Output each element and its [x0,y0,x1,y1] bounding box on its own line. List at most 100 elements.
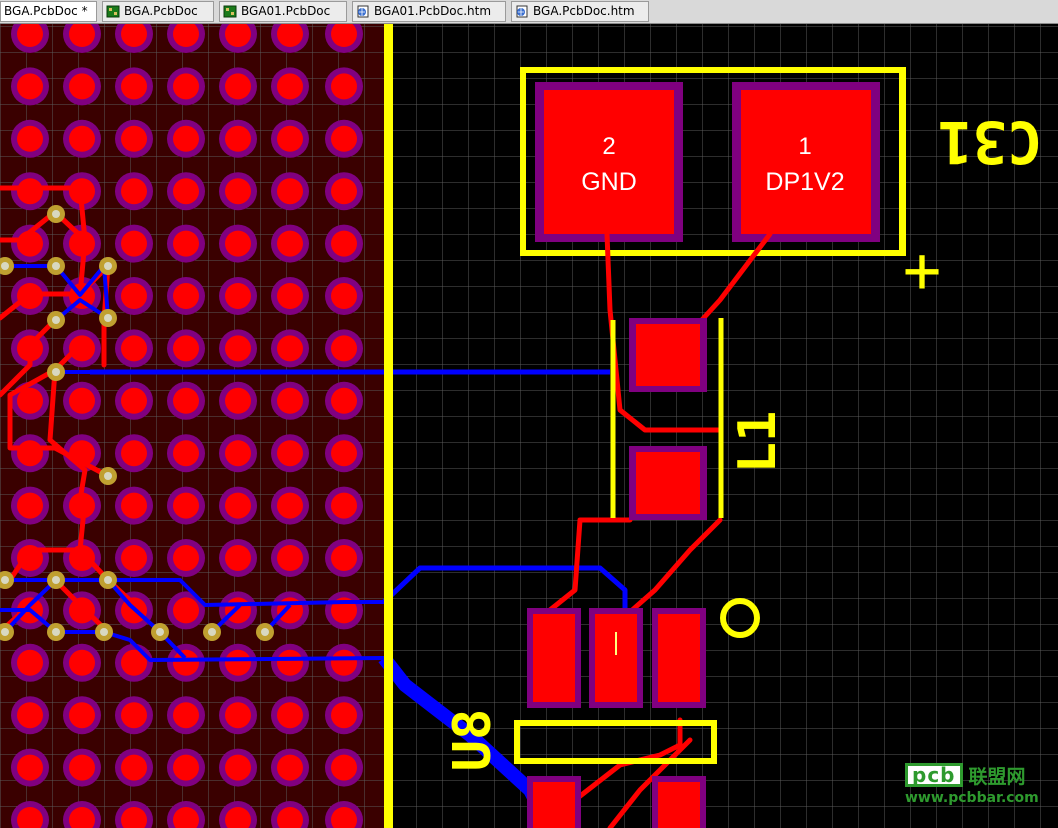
bga-ball [173,230,199,257]
bga-ball [173,283,199,309]
bga-ball [225,754,251,781]
bga-ball [69,702,95,729]
bga-ball [225,440,251,467]
tab-label: BGA01.PcbDoc [241,4,331,18]
bga-ball [121,702,147,729]
bga-ball [331,178,357,205]
bga-ball [277,754,303,781]
bga-ball [173,73,199,100]
tab-label: BGA.PcbDoc.htm [533,4,635,18]
bga-ball [225,335,251,362]
l1-designator: L1 [728,411,788,474]
u8-pad-2 [595,614,637,702]
bga-ball [225,545,251,571]
watermark-url: www.pcbbar.com [905,790,1039,806]
watermark: pcb 联盟网 www.pcbbar.com [905,763,1055,811]
via-hole [104,262,112,270]
watermark-logo-text: pcb [905,763,963,787]
bga-ball [17,440,43,467]
bga-ball [121,387,147,414]
bga-ball [225,178,251,205]
bga-ball [173,597,199,624]
bga-ball [17,702,43,729]
bga-ball [121,283,147,309]
via-hole [52,576,60,584]
bga-ball [17,649,43,676]
bga-ball [173,492,199,519]
tab-bga-pcbdoc-htm[interactable]: BGA.PcbDoc.htm [511,1,649,22]
bga-ball [69,649,95,676]
u8-designator: U8 [443,709,503,772]
via-hole [208,628,216,636]
bga-ball [277,492,303,519]
bga-ball [277,73,303,100]
bga-ball [121,125,147,152]
via-hole [52,210,60,218]
via-hole [104,576,112,584]
bga-ball [173,754,199,781]
c31-pad1 [741,90,871,234]
bga-ball [331,335,357,362]
bga-ball [173,649,199,676]
bga-ball [225,649,251,676]
bga-ball [69,387,95,414]
via-hole [52,316,60,324]
via-hole [1,576,9,584]
tab-bga01-pcbdoc[interactable]: BGA01.PcbDoc [219,1,347,22]
bga-ball [331,387,357,414]
bga-ball [277,440,303,467]
bga-ball [17,754,43,781]
c31-pad1-number: 1 [798,133,811,160]
bga-ball [225,387,251,414]
bga-ball [331,492,357,519]
bga-ball [173,125,199,152]
via-hole [261,628,269,636]
bga-ball [173,440,199,467]
bga-ball [277,230,303,257]
bga-ball [225,597,251,624]
bga-ball [225,230,251,257]
bga-ball [277,702,303,729]
pcb-board-icon [223,5,237,18]
c31-pad2-number: 2 [602,133,615,160]
pcb-board-icon [106,5,120,18]
pcb-editor-canvas[interactable]: 2 GND 1 DP1V2 + C31 L1 U8 [0,24,1058,828]
bga-ball [121,545,147,571]
c31-pad1-net: DP1V2 [765,168,844,196]
bga-ball [17,73,43,100]
bga-ball [331,73,357,100]
bga-ball [69,335,95,362]
document-tab-bar: BGA.PcbDoc * BGA.PcbDoc BGA01.PcbDoc BGA… [0,0,1058,24]
bga-ball [121,754,147,781]
bga-ball [331,702,357,729]
bga-ball [173,545,199,571]
tab-bga-pcbdoc[interactable]: BGA.PcbDoc [102,1,214,22]
tab-bga01-pcbdoc-htm[interactable]: BGA01.PcbDoc.htm [352,1,506,22]
via-hole [52,628,60,636]
bga-ball [121,335,147,362]
bga-ball [331,230,357,257]
bga-ball [225,492,251,519]
tab-bga-pcbdoc-modified[interactable]: BGA.PcbDoc * [0,1,97,22]
bga-ball [331,545,357,571]
watermark-logo: pcb 联盟网 [905,763,1026,788]
bga-ball [17,125,43,152]
via-hole [100,628,108,636]
bga-ball [121,230,147,257]
tab-label: BGA.PcbDoc [124,4,198,18]
bga-ball [277,125,303,152]
watermark-chinese: 联盟网 [968,765,1026,788]
u8-pad-1 [533,614,575,702]
bga-ball [173,702,199,729]
bga-ball [331,440,357,467]
bga-ball [69,125,95,152]
html-document-icon [357,5,369,18]
html-document-icon [516,5,528,18]
bga-ball [225,73,251,100]
bga-ball [121,492,147,519]
bga-ball [173,387,199,414]
via-hole [104,314,112,322]
u8-pad-5 [658,782,700,828]
tab-label: BGA.PcbDoc * [4,4,88,18]
bga-ball [69,73,95,100]
